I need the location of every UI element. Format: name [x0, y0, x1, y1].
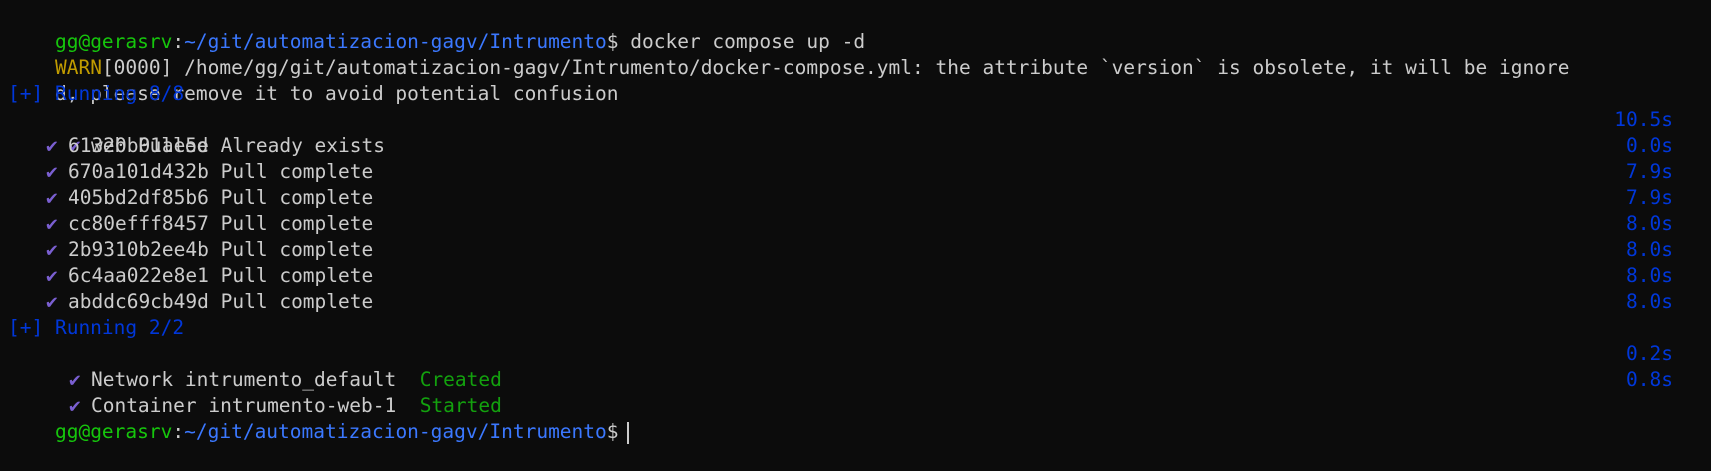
terminal-window[interactable]: gg@gerasrv:~/git/automatizacion-gagv/Int…: [0, 0, 1711, 444]
layer-row: ✔ abddc69cb49d Pull complete 8.0s: [8, 289, 1711, 315]
prompt-dollar: $: [606, 420, 619, 443]
layer-status: Pull complete: [208, 264, 374, 287]
checkmark-icon: ✔: [46, 212, 58, 235]
layer-status: Pull complete: [208, 212, 374, 235]
layer-status: Pull complete: [208, 160, 374, 183]
checkmark-icon: ✔: [46, 290, 58, 313]
container-row: ✔ Container intrumento-web-1 Started 0.8s: [8, 367, 1711, 417]
layer-id: 2b9310b2ee4b: [68, 238, 209, 261]
layer-row: ✔ 2b9310b2ee4b Pull complete 8.0s: [8, 237, 1711, 263]
layer-id: abddc69cb49d: [68, 290, 209, 313]
layer-row: ✔ 670a101d432b Pull complete 7.9s: [8, 159, 1711, 185]
running-header-2: [+] Running 2/2: [8, 316, 185, 339]
checkmark-icon: ✔: [46, 264, 58, 287]
prompt-line-1: gg@gerasrv:~/git/automatizacion-gagv/Int…: [8, 3, 1711, 53]
layer-row: ✔ cc80efff8457 Pull complete 8.0s: [8, 211, 1711, 237]
web-pulled-time: 10.5s: [1614, 108, 1673, 131]
layer-id: cc80efff8457: [68, 212, 209, 235]
layer-time: 8.0s: [1626, 238, 1673, 261]
layer-time: 8.0s: [1626, 290, 1673, 313]
network-time: 0.2s: [1626, 342, 1673, 365]
layer-time: 8.0s: [1626, 212, 1673, 235]
checkmark-icon: ✔: [46, 186, 58, 209]
checkmark-icon: ✔: [46, 134, 58, 157]
web-pulled-row: ✔ web Pulled 10.5s: [8, 107, 1711, 157]
layer-id: 670a101d432b: [68, 160, 209, 183]
layer-status: Already exists: [208, 134, 385, 157]
layer-status: Pull complete: [208, 186, 374, 209]
checkmark-icon: ✔: [46, 160, 58, 183]
layer-time: 7.9s: [1626, 160, 1673, 183]
layer-row: ✔ 405bd2df85b6 Pull complete 7.9s: [8, 185, 1711, 211]
layer-row: ✔ 6c4aa022e8e1 Pull complete 8.0s: [8, 263, 1711, 289]
warn-line: WARN[0000] /home/gg/git/automatizacion-g…: [8, 29, 1711, 79]
layer-status: Pull complete: [208, 290, 374, 313]
warn-line-cont: d, please remove it to avoid potential c…: [8, 55, 1711, 105]
layer-id: 405bd2df85b6: [68, 186, 209, 209]
layer-time: 0.0s: [1626, 134, 1673, 157]
container-time: 0.8s: [1626, 368, 1673, 391]
prompt-path: ~/git/automatizacion-gagv/Intrumento: [184, 420, 607, 443]
layer-status: Pull complete: [208, 238, 374, 261]
checkmark-icon: ✔: [46, 238, 58, 261]
layer-time: 8.0s: [1626, 264, 1673, 287]
prompt-user-host: gg@gerasrv: [54, 420, 173, 443]
prompt-line-2[interactable]: gg@gerasrv:~/git/automatizacion-gagv/Int…: [8, 393, 1711, 444]
network-row: ✔ Network intrumento_default Created 0.2s: [8, 341, 1711, 391]
layer-id: 6c4aa022e8e1: [68, 264, 209, 287]
text-cursor[interactable]: [626, 421, 629, 444]
prompt-separator: :: [172, 420, 185, 443]
layer-time: 7.9s: [1626, 186, 1673, 209]
layer-row: ✔ 61320b01ae5e Already exists 0.0s: [8, 133, 1711, 159]
layer-id: 61320b01ae5e: [68, 134, 209, 157]
running-header-1: [+] Running 8/8: [8, 82, 185, 105]
